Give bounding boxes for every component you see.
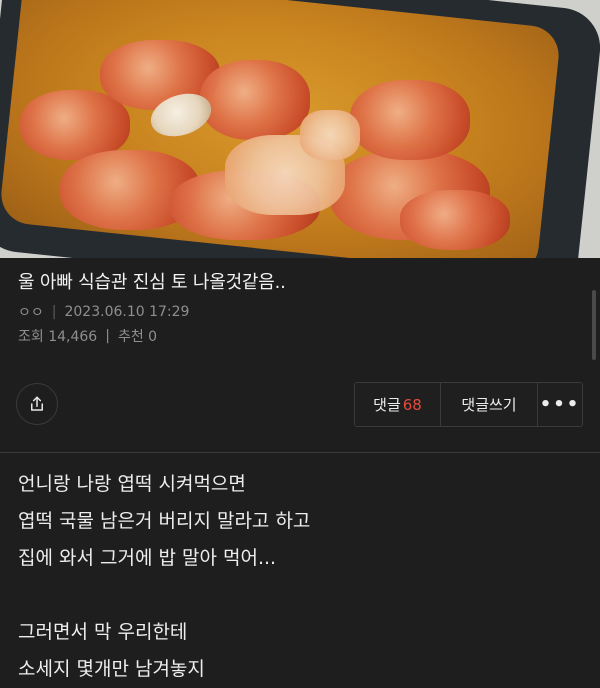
post-photo (0, 0, 600, 258)
meta-separator: | (51, 304, 57, 320)
body-line: 엽떡 국물 남은거 버리지 말라고 하고 (18, 510, 311, 532)
recommend-stat: 추천 0 (118, 326, 157, 346)
more-button[interactable]: ••• (538, 383, 582, 426)
body-line: 집에 와서 그거에 밥 말아 먹어... (18, 547, 277, 569)
stats-separator: | (105, 328, 110, 344)
food-piece (200, 60, 310, 140)
food-piece (350, 80, 470, 160)
recommend-label: 추천 (117, 329, 144, 345)
post-body: 언니랑 나랑 엽떡 시켜먹으면 엽떡 국물 남은거 버리지 말라고 하고 집에 … (18, 466, 578, 688)
author-name[interactable]: ㅇㅇ (18, 302, 44, 322)
body-line: 그러면서 막 우리한테 (18, 621, 188, 643)
views-label: 조회 (18, 329, 44, 345)
comments-label: 댓글 (373, 396, 401, 414)
body-line: 언니랑 나랑 엽떡 시켜먹으면 (18, 473, 246, 495)
recommend-count: 0 (148, 329, 158, 345)
food-piece (400, 190, 510, 250)
views-count: 14,466 (48, 329, 98, 345)
food-piece (300, 110, 360, 160)
post-title: 울 아빠 식습관 진심 토 나올것같음.. (18, 272, 286, 293)
more-dots-icon: ••• (539, 393, 581, 415)
comments-button[interactable]: 댓글 68 (355, 383, 441, 426)
post-actions: 댓글 68 댓글쓰기 ••• (354, 382, 583, 427)
share-icon (31, 396, 43, 411)
scrollbar[interactable] (592, 290, 596, 360)
post-date: 2023.06.10 17:29 (64, 304, 190, 320)
views-stat: 조회 14,466 (18, 326, 97, 346)
share-button[interactable] (16, 383, 58, 425)
body-line-empty (18, 577, 578, 614)
post-meta: ㅇㅇ | 2023.06.10 17:29 (18, 302, 189, 322)
content-divider (0, 452, 600, 453)
write-comment-button[interactable]: 댓글쓰기 (441, 383, 538, 426)
comments-count: 68 (402, 395, 422, 414)
write-comment-label: 댓글쓰기 (461, 396, 517, 414)
body-line: 소세지 몇개만 남겨놓지 (18, 658, 205, 680)
post-stats: 조회 14,466 | 추천 0 (18, 326, 157, 346)
